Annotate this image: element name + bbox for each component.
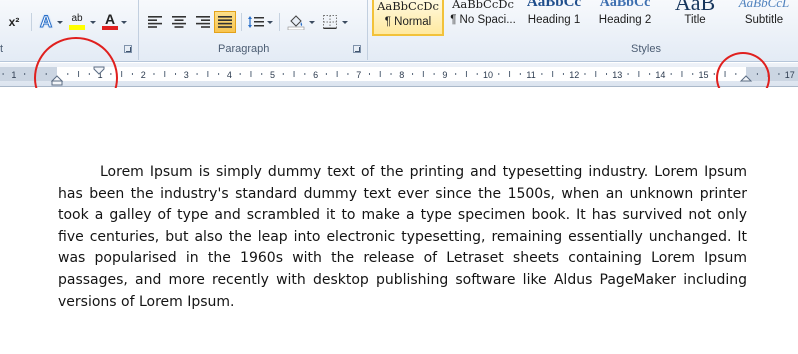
superscript-button[interactable]: x² <box>2 12 26 32</box>
ruler-number: 3 <box>184 70 189 80</box>
ruler-number: 14 <box>655 70 665 80</box>
ruler-number: 10 <box>483 70 493 80</box>
ruler-number: 5 <box>270 70 275 80</box>
font-color-icon: A <box>104 10 116 27</box>
style-sample: AaBbCcDc <box>377 0 439 13</box>
text-effects-icon: A <box>39 12 53 32</box>
borders-button[interactable] <box>320 12 340 32</box>
group-separator <box>138 0 139 60</box>
separator <box>279 13 280 31</box>
highlight-button[interactable]: ab <box>66 11 88 31</box>
align-left-button[interactable] <box>145 12 165 32</box>
ruler-number: 6 <box>313 70 318 80</box>
shading-dropdown[interactable] <box>308 12 315 32</box>
ruler-number: 2 <box>141 70 146 80</box>
shading-button[interactable] <box>285 12 307 32</box>
font-color-button[interactable]: A <box>100 11 120 31</box>
style-heading-1[interactable]: AaBbCc Heading 1 <box>520 0 588 36</box>
font-color-dropdown[interactable] <box>120 12 127 32</box>
document-page[interactable]: Lorem Ipsum is simply dummy text of the … <box>0 88 798 354</box>
align-center-button[interactable] <box>169 12 189 32</box>
horizontal-ruler[interactable]: 1 1 2 3 4 5 6 7 8 9 10 11 12 13 14 15 17 <box>0 63 798 87</box>
ruler-number: 15 <box>698 70 708 80</box>
style-name: ¶ Normal <box>384 16 432 28</box>
align-right-icon <box>196 16 210 28</box>
justify-icon <box>218 16 232 28</box>
paragraph-group-label: Paragraph <box>218 43 270 55</box>
style-sample: AaBbCc <box>599 0 651 10</box>
text-effects-dropdown[interactable] <box>56 12 63 32</box>
style-name: ¶ No Spaci... <box>450 14 516 26</box>
ruler-number: 12 <box>569 70 579 80</box>
line-spacing-dropdown[interactable] <box>266 12 273 32</box>
highlight-dropdown[interactable] <box>89 12 96 32</box>
style-name: Heading 1 <box>527 14 581 26</box>
styles-gallery: AaBbCcDc ¶ Normal AaBbCcDc ¶ No Spaci...… <box>372 0 798 40</box>
paragraph-dialog-launcher[interactable] <box>353 45 361 53</box>
styles-group-label: Styles <box>631 43 661 55</box>
style-title[interactable]: AaB Title <box>664 0 726 32</box>
highlight-icon: ab <box>71 12 83 24</box>
ruler-number: 9 <box>442 70 447 80</box>
font-dialog-launcher[interactable] <box>124 45 132 53</box>
style-heading-2[interactable]: AaBbCc Heading 2 <box>590 0 660 36</box>
ruler-number: 13 <box>612 70 622 80</box>
style-sample: AaB <box>674 0 716 14</box>
style-no-spacing[interactable]: AaBbCcDc ¶ No Spaci... <box>448 0 518 36</box>
body-paragraph[interactable]: Lorem Ipsum is simply dummy text of the … <box>58 162 747 313</box>
style-name: Heading 2 <box>598 14 652 26</box>
ruler-number: 11 <box>526 70 535 80</box>
style-sample: AaBbCcDc <box>452 0 514 11</box>
highlight-color-swatch <box>69 24 85 30</box>
separator <box>241 13 242 31</box>
font-color-swatch <box>102 25 118 30</box>
font-group-label: t <box>0 43 4 55</box>
style-name: Subtitle <box>744 14 784 26</box>
ruler-number: 7 <box>356 70 361 80</box>
align-right-button[interactable] <box>193 12 213 32</box>
style-subtitle[interactable]: AaBbCcL Subtitle <box>730 0 798 36</box>
style-name: Title <box>684 14 706 26</box>
line-spacing-button[interactable] <box>246 12 266 32</box>
borders-icon <box>323 15 337 29</box>
superscript-label: x² <box>8 15 20 29</box>
paint-bucket-icon <box>287 15 305 30</box>
ruler-graphic: 1 1 2 3 4 5 6 7 8 9 10 11 12 13 14 15 17 <box>0 66 798 86</box>
ruler-number: 8 <box>399 70 404 80</box>
justify-button[interactable] <box>214 11 236 33</box>
text-effects-button[interactable]: A <box>36 12 56 32</box>
ruler-number: 1 <box>11 70 16 80</box>
group-separator <box>367 0 368 60</box>
align-center-icon <box>172 16 186 28</box>
borders-dropdown[interactable] <box>341 12 348 32</box>
separator <box>31 13 32 31</box>
line-spacing-icon <box>248 16 264 28</box>
ribbon: x² A ab A t Paragraph AaBbCcDc ¶ Normal … <box>0 0 798 62</box>
ruler-number: 17 <box>785 70 795 80</box>
align-left-icon <box>148 16 162 28</box>
style-sample: AaBbCc <box>526 0 582 10</box>
ruler-number: 4 <box>227 70 232 80</box>
style-normal[interactable]: AaBbCcDc ¶ Normal <box>372 0 444 36</box>
style-sample: AaBbCcL <box>738 0 790 10</box>
